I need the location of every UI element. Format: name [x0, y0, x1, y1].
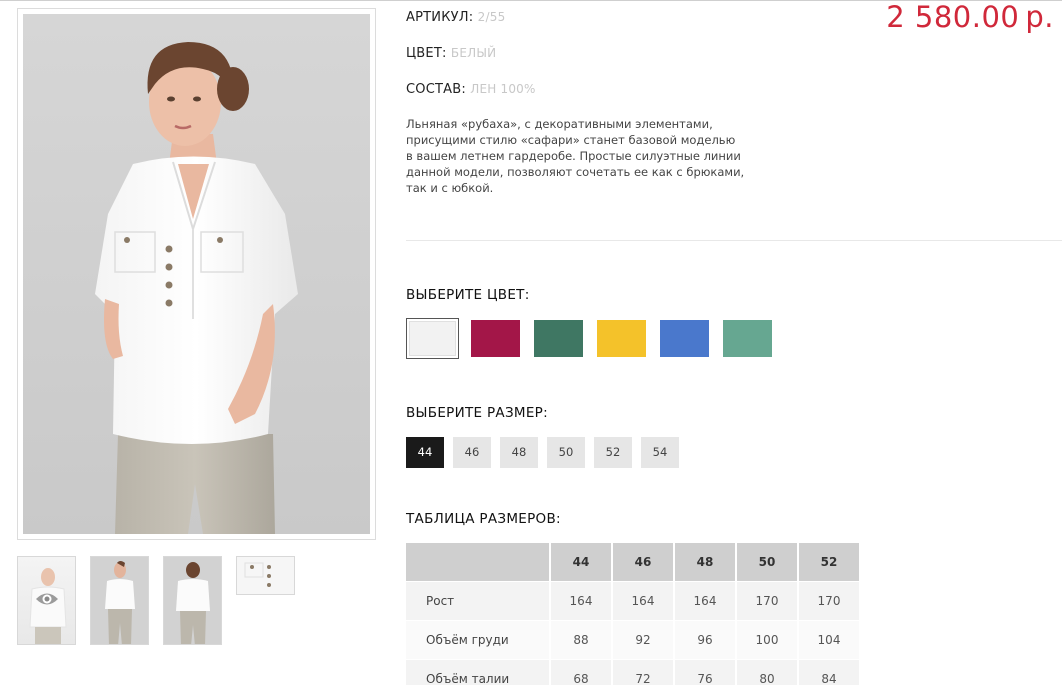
table-cell: 164: [675, 581, 737, 620]
description-line: данной модели, позволяют сочетать ее как…: [406, 165, 745, 179]
price-value: 2 580.00: [886, 0, 1020, 34]
eye-icon: [36, 593, 58, 605]
header-size: 50: [737, 543, 799, 581]
size-table-header: 44 46 48 50 52: [406, 543, 861, 581]
swatch-blue[interactable]: [660, 320, 709, 357]
header-size: 52: [799, 543, 861, 581]
article-row: АРТИКУЛ: 2/55: [406, 10, 505, 25]
swatch-raspberry[interactable]: [471, 320, 520, 357]
swatch-dark-green[interactable]: [534, 320, 583, 357]
composition-row: СОСТАВ: ЛЕН 100%: [406, 82, 536, 97]
table-cell: 164: [613, 581, 675, 620]
thumbnail-2[interactable]: [90, 556, 149, 645]
product-description: Льняная «рубаха», с декоративными элемен…: [406, 116, 761, 196]
swatch-sea-green[interactable]: [723, 320, 772, 357]
main-product-image[interactable]: [17, 8, 376, 540]
composition-value: ЛЕН 100%: [470, 82, 536, 96]
size-50-button[interactable]: 50: [547, 437, 585, 468]
table-cell: 170: [737, 581, 799, 620]
thumbnail-4[interactable]: [236, 556, 295, 595]
row-label: Объём талии: [406, 659, 551, 685]
description-line: Льняная «рубаха», с декоративными элемен…: [406, 117, 713, 131]
size-44-button[interactable]: 44: [406, 437, 444, 468]
article-label: АРТИКУЛ:: [406, 10, 474, 25]
table-cell: 88: [551, 620, 613, 659]
row-label: Объём груди: [406, 620, 551, 659]
table-cell: 68: [551, 659, 613, 685]
article-value: 2/55: [477, 10, 506, 24]
price: 2 580.00 р.: [886, 0, 1054, 34]
description-line: присущими стилю «сафари» станет базовой …: [406, 133, 736, 147]
table-cell: 72: [613, 659, 675, 685]
table-cell: 104: [799, 620, 861, 659]
table-row: Объём груди 88 92 96 100 104: [406, 620, 861, 659]
table-row: Рост 164 164 164 170 170: [406, 581, 861, 620]
size-46-button[interactable]: 46: [453, 437, 491, 468]
swatch-yellow[interactable]: [597, 320, 646, 357]
table-cell: 84: [799, 659, 861, 685]
table-cell: 96: [675, 620, 737, 659]
model-illustration: [23, 14, 370, 534]
description-line: так и с юбкой.: [406, 181, 494, 195]
header-size: 48: [675, 543, 737, 581]
color-value: БЕЛЫЙ: [450, 46, 497, 60]
size-table: 44 46 48 50 52 Рост 164 164 164 170 170 …: [406, 543, 861, 685]
swatch-white[interactable]: [406, 318, 459, 359]
product-photo: [23, 14, 370, 534]
size-picker-title: ВЫБЕРИТЕ РАЗМЕР:: [406, 405, 548, 421]
thumbnail-2-image: [91, 557, 148, 644]
thumbnail-4-image: [237, 557, 294, 594]
table-cell: 76: [675, 659, 737, 685]
thumbnail-3-image: [164, 557, 221, 644]
table-row: Объём талии 68 72 76 80 84: [406, 659, 861, 685]
color-row: ЦВЕТ: БЕЛЫЙ: [406, 46, 496, 61]
size-54-button[interactable]: 54: [641, 437, 679, 468]
color-label: ЦВЕТ:: [406, 46, 447, 61]
description-line: в вашем летнем гардеробе. Простые силуэт…: [406, 149, 741, 163]
size-52-button[interactable]: 52: [594, 437, 632, 468]
thumbnail-3[interactable]: [163, 556, 222, 645]
swatch-white-fill: [409, 321, 456, 356]
header-size: 46: [613, 543, 675, 581]
thumbnail-1[interactable]: [17, 556, 76, 645]
table-cell: 164: [551, 581, 613, 620]
price-currency: р.: [1025, 0, 1054, 34]
size-table-title: ТАБЛИЦА РАЗМЕРОВ:: [406, 511, 561, 527]
table-cell: 80: [737, 659, 799, 685]
header-empty-cell: [406, 543, 551, 581]
table-cell: 170: [799, 581, 861, 620]
table-cell: 100: [737, 620, 799, 659]
header-size: 44: [551, 543, 613, 581]
row-label: Рост: [406, 581, 551, 620]
section-divider: [406, 240, 1062, 241]
color-picker-title: ВЫБЕРИТЕ ЦВЕТ:: [406, 287, 530, 303]
size-48-button[interactable]: 48: [500, 437, 538, 468]
composition-label: СОСТАВ:: [406, 82, 466, 97]
table-cell: 92: [613, 620, 675, 659]
